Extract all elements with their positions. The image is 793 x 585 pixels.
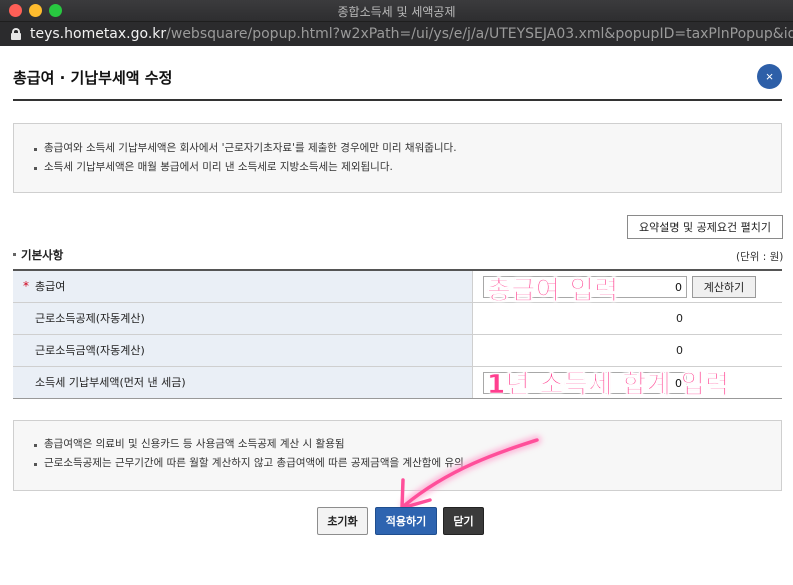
table-row-income-amount: 근로소득금액(자동계산) 0 bbox=[13, 335, 782, 367]
section-title: 기본사항 bbox=[13, 247, 63, 263]
row-label: 근로소득공제(자동계산) bbox=[13, 303, 473, 334]
notice-top-line: 총급여와 소득세 기납부세액은 회사에서 '근로자기초자료'를 제출한 경우에만… bbox=[34, 139, 761, 158]
url-bar[interactable]: teys.hometax.go.kr/websquare/popup.html?… bbox=[0, 22, 793, 46]
annotation-total-salary: 총급여 입력 bbox=[487, 276, 619, 307]
annotation-annual-tax: 1년 소득세 합계 입력 bbox=[487, 370, 730, 401]
income-deduction-value: 0 bbox=[676, 312, 683, 325]
unit-label: (단위 : 원) bbox=[736, 251, 784, 263]
url-text: teys.hometax.go.kr/websquare/popup.html?… bbox=[30, 22, 793, 46]
row-label-text: 총급여 bbox=[35, 280, 66, 293]
table-row-total-salary: * 총급여 계산하기 bbox=[13, 271, 782, 303]
url-host: teys.hometax.go.kr bbox=[30, 26, 167, 42]
popup-title: 총급여 · 기납부세액 수정 bbox=[13, 69, 173, 87]
expand-summary-button[interactable]: 요약설명 및 공제요건 펼치기 bbox=[627, 215, 783, 239]
close-popup-button[interactable]: × bbox=[757, 64, 782, 89]
close-icon: × bbox=[765, 69, 774, 84]
table-row-income-deduction: 근로소득공제(자동계산) 0 bbox=[13, 303, 782, 335]
url-path: /websquare/popup.html?w2xPath=/ui/ys/e/j… bbox=[166, 26, 793, 42]
required-mark: * bbox=[23, 279, 29, 293]
window-titlebar: 종합소득세 및 세액공제 bbox=[0, 0, 793, 22]
reset-button[interactable]: 초기화 bbox=[317, 507, 368, 535]
row-label: 근로소득금액(자동계산) bbox=[13, 335, 473, 366]
notice-bottom: 총급여액은 의료비 및 신용카드 등 사용금액 소득공제 계산 시 활용됨 근로… bbox=[13, 420, 782, 491]
notice-top-line: 소득세 기납부세액은 매월 봉급에서 미리 낸 소득세로 지방소득세는 제외됩니… bbox=[34, 158, 761, 177]
window-title: 종합소득세 및 세액공제 bbox=[337, 5, 456, 19]
lock-icon bbox=[11, 28, 21, 40]
row-value: 0 bbox=[473, 303, 782, 334]
row-label: 소득세 기납부세액(먼저 낸 세금) bbox=[13, 367, 473, 398]
income-amount-value: 0 bbox=[676, 344, 683, 357]
calculate-button[interactable]: 계산하기 bbox=[692, 276, 756, 298]
title-divider bbox=[13, 99, 782, 101]
row-label: * 총급여 bbox=[13, 271, 473, 302]
notice-bottom-line: 근로소득공제는 근무기간에 따른 월할 계산하지 않고 총급여액에 따른 공제금… bbox=[34, 454, 761, 473]
row-value: 0 bbox=[473, 335, 782, 366]
apply-button[interactable]: 적용하기 bbox=[375, 507, 437, 535]
notice-top: 총급여와 소득세 기납부세액은 회사에서 '근로자기초자료'를 제출한 경우에만… bbox=[13, 123, 782, 193]
close-button[interactable]: 닫기 bbox=[443, 507, 484, 535]
notice-bottom-line: 총급여액은 의료비 및 신용카드 등 사용금액 소득공제 계산 시 활용됨 bbox=[34, 435, 761, 454]
